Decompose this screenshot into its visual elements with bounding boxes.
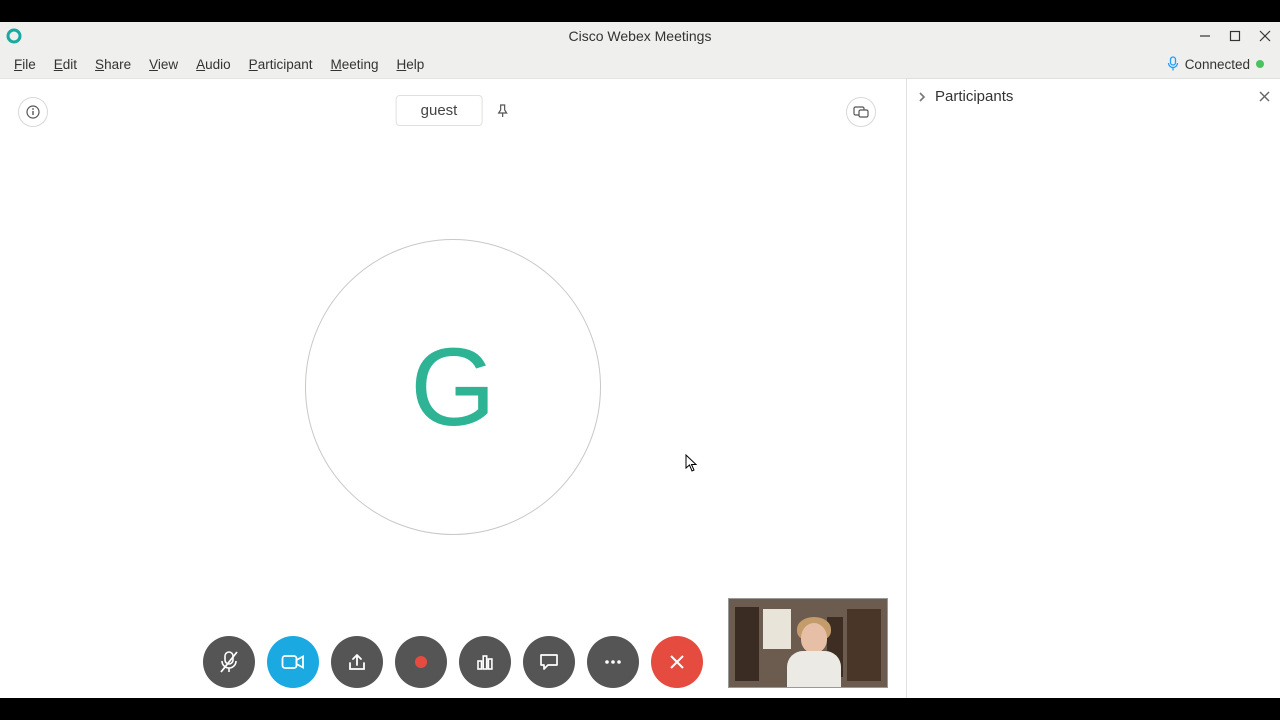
record-button[interactable] (395, 636, 447, 688)
participants-panel-close-button[interactable] (1259, 91, 1270, 102)
app-icon (6, 28, 22, 44)
close-button[interactable] (1250, 22, 1280, 50)
titlebar: Cisco Webex Meetings (0, 22, 1280, 50)
menu-meeting[interactable]: Meeting (322, 55, 386, 74)
menu-view[interactable]: View (141, 55, 186, 74)
maximize-button[interactable] (1220, 22, 1250, 50)
menu-share[interactable]: Share (87, 55, 139, 74)
video-button[interactable] (267, 636, 319, 688)
menubar: File Edit Share View Audio Participant M… (0, 50, 1280, 78)
participant-avatar: G (305, 239, 601, 535)
share-button[interactable] (331, 636, 383, 688)
layout-button[interactable] (846, 97, 876, 127)
more-options-button[interactable] (587, 636, 639, 688)
chat-button[interactable] (523, 636, 575, 688)
minimize-button[interactable] (1190, 22, 1220, 50)
record-dot-icon (415, 656, 427, 668)
cursor-icon (685, 454, 699, 472)
meeting-info-button[interactable] (18, 97, 48, 127)
menu-file-rest: ile (22, 57, 36, 72)
letterbox-bottom (0, 698, 1280, 720)
mute-button[interactable] (203, 636, 255, 688)
menu-participant[interactable]: Participant (241, 55, 321, 74)
avatar-initial: G (410, 324, 496, 451)
menu-help[interactable]: Help (389, 55, 433, 74)
poll-button[interactable] (459, 636, 511, 688)
connection-status-label: Connected (1185, 57, 1250, 72)
content-row: guest G (0, 78, 1280, 698)
participants-panel-header[interactable]: Participants (907, 79, 1280, 115)
menu-file[interactable]: File (6, 55, 44, 74)
active-speaker-chip: guest (396, 95, 511, 126)
meeting-controls (203, 636, 703, 688)
pin-icon[interactable] (494, 103, 510, 119)
leave-meeting-button[interactable] (651, 636, 703, 688)
menubar-left: File Edit Share View Audio Participant M… (6, 55, 432, 74)
chevron-right-icon (917, 91, 927, 103)
mic-status-icon (1167, 56, 1179, 72)
connection-status-dot-icon (1256, 60, 1264, 68)
window-title: Cisco Webex Meetings (569, 28, 712, 44)
window-controls (1190, 22, 1280, 50)
menu-edit[interactable]: Edit (46, 55, 85, 74)
menubar-right: Connected (1167, 56, 1274, 72)
app-window: Cisco Webex Meetings File Edit Share Vie… (0, 22, 1280, 698)
main-area: guest G (0, 78, 906, 698)
menu-audio[interactable]: Audio (188, 55, 239, 74)
participants-panel: Participants (906, 78, 1280, 698)
active-speaker-name: guest (396, 95, 483, 126)
letterbox-top (0, 0, 1280, 22)
self-video-thumbnail[interactable] (728, 598, 888, 688)
participants-panel-title: Participants (935, 88, 1013, 105)
